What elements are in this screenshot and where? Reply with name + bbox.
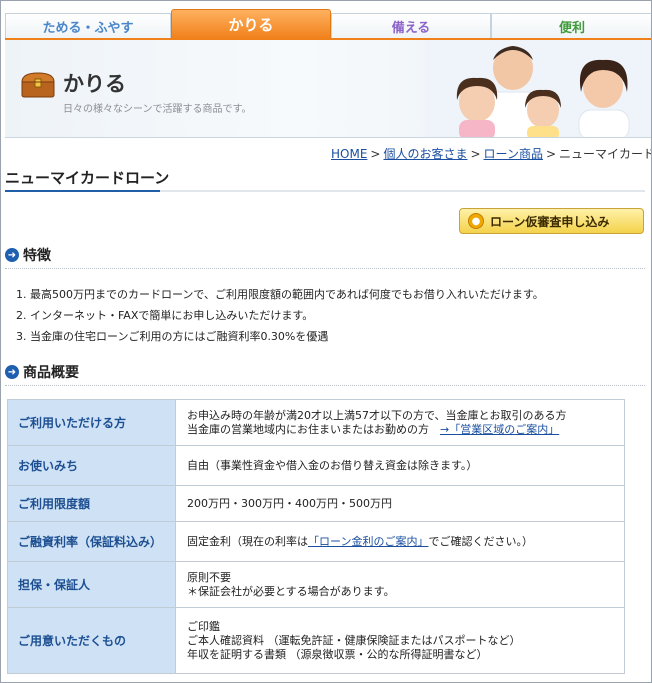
row-value: お申込み時の年齢が満20才以上満57才以下の方で、当金庫とお取引のある方 当金庫… — [175, 399, 625, 446]
overview-heading-label: 商品概要 — [23, 365, 79, 381]
apply-button-label: ローン仮審査申し込み — [490, 214, 610, 229]
breadcrumb-separator: > — [370, 147, 381, 161]
list-item: 3. 当金庫の住宅ローンご利用の方にはご融資利率0.30%を優遇 — [16, 330, 329, 343]
loan-rate-link[interactable]: 「ローン金利のご案内」 — [308, 535, 428, 548]
coin-icon: ● — [468, 213, 484, 229]
cell-line: ご本人確認資料 （運転免許証・健康保険証またはパスポートなど） — [187, 633, 521, 647]
treasure-chest-icon — [21, 72, 55, 98]
row-value: 固定金利（現在の利率は「ローン金利のご案内」でご確認ください。） — [175, 521, 625, 562]
row-label: お使いみち — [7, 445, 176, 486]
cell-text: でご確認ください。） — [428, 534, 533, 548]
cell-line: 自由（事業性資金や借入金のお借り替え資金は除きます。） — [187, 458, 478, 472]
banner-subtitle: 日々の様々なシーンで活躍する商品です。 — [63, 104, 252, 115]
product-overview-table: ご利用いただける方 お申込み時の年齢が満20才以上満57才以下の方で、当金庫とお… — [7, 399, 625, 674]
family-photo — [425, 40, 651, 137]
breadcrumb: HOME>個人のお客さま>ローン商品>ニューマイカードローン — [331, 145, 652, 162]
table-row: お使いみち 自由（事業性資金や借入金のお借り替え資金は除きます。） — [7, 445, 625, 486]
cell-line: 200万円・300万円・400万円・500万円 — [187, 496, 392, 510]
page-title: ニューマイカードローン — [5, 169, 170, 187]
arrow-right-icon: ➜ — [5, 365, 19, 379]
row-value: 自由（事業性資金や借入金のお借り替え資金は除きます。） — [175, 445, 625, 486]
table-row: ご融資利率（保証料込み） 固定金利（現在の利率は「ローン金利のご案内」でご確認く… — [7, 521, 625, 562]
row-label: ご利用限度額 — [7, 485, 176, 522]
arrow-right-icon: ➜ — [5, 248, 19, 262]
cell-line: 当金庫の営業地域内にお住まいまたはお勤めの方 →「営業区域のご案内」 — [187, 423, 624, 437]
breadcrumb-current: ニューマイカードローン — [559, 147, 652, 161]
loan-pre-screening-button[interactable]: ● ローン仮審査申し込み — [459, 208, 644, 234]
row-label: ご用意いただくもの — [7, 607, 176, 674]
features-heading-label: 特徴 — [23, 248, 51, 264]
row-value: 200万円・300万円・400万円・500万円 — [175, 485, 625, 522]
cell-line: 年収を証明する書類 （源泉徴収票・公的な所得証明書など） — [187, 647, 488, 661]
cell-line: 原則不要 — [187, 570, 231, 584]
section-banner: かりる 日々の様々なシーンで活躍する商品です。 — [5, 38, 651, 138]
breadcrumb-separator: > — [470, 147, 481, 161]
table-row: ご利用いただける方 お申込み時の年齢が満20才以上満57才以下の方で、当金庫とお… — [7, 399, 625, 446]
tab-save[interactable]: ためる・ふやす — [5, 13, 171, 39]
features-divider — [5, 268, 645, 269]
table-row: ご利用限度額 200万円・300万円・400万円・500万円 — [7, 485, 625, 522]
table-row: ご用意いただくもの ご印鑑 ご本人確認資料 （運転免許証・健康保険証またはパスポ… — [7, 607, 625, 674]
row-label: 担保・保証人 — [7, 561, 176, 608]
breadcrumb-home[interactable]: HOME — [331, 147, 367, 161]
row-value: ご印鑑 ご本人確認資料 （運転免許証・健康保険証またはパスポートなど） 年収を証… — [175, 607, 625, 674]
features-heading: ➜ 特徴 — [5, 245, 51, 265]
table-row: 担保・保証人 原則不要 ＊保証会社が必要とする場合があります。 — [7, 561, 625, 608]
banner-title: かりる — [63, 72, 126, 96]
overview-heading: ➜ 商品概要 — [5, 362, 79, 382]
overview-divider — [5, 385, 645, 386]
list-item: 2. インターネット・FAXで簡単にお申し込みいただけます。 — [16, 309, 314, 322]
row-value: 原則不要 ＊保証会社が必要とする場合があります。 — [175, 561, 625, 608]
cell-line: ご印鑑 — [187, 619, 220, 633]
row-label: ご融資利率（保証料込み） — [7, 521, 176, 562]
breadcrumb-personal[interactable]: 個人のお客さま — [383, 147, 467, 161]
page-frame: ためる・ふやす かりる 備える 便利 かりる 日々の様々なシーンで活躍する商品で… — [0, 0, 652, 683]
tab-insure[interactable]: 備える — [331, 13, 491, 39]
tab-convenience[interactable]: 便利 — [491, 13, 651, 39]
title-divider-accent — [5, 190, 160, 192]
breadcrumb-loans[interactable]: ローン商品 — [484, 147, 543, 161]
tab-borrow[interactable]: かりる — [171, 9, 331, 39]
cell-text: 固定金利（現在の利率は — [187, 534, 308, 548]
cell-line: お申込み時の年齢が満20才以上満57才以下の方で、当金庫とお取引のある方 — [187, 408, 567, 422]
cell-line-text: 当金庫の営業地域内にお住まいまたはお勤めの方 — [187, 422, 429, 436]
business-area-link[interactable]: →「営業区域のご案内」 — [440, 423, 559, 436]
features-list: 1. 最高500万円までのカードローンで、ご利用限度額の範囲内であれば何度でもお… — [16, 287, 544, 350]
category-tabs: ためる・ふやす かりる 備える 便利 — [5, 9, 651, 39]
list-item: 1. 最高500万円までのカードローンで、ご利用限度額の範囲内であれば何度でもお… — [16, 288, 544, 301]
breadcrumb-separator: > — [545, 147, 557, 161]
row-label: ご利用いただける方 — [7, 399, 176, 446]
cell-line: ＊保証会社が必要とする場合があります。 — [187, 584, 395, 598]
